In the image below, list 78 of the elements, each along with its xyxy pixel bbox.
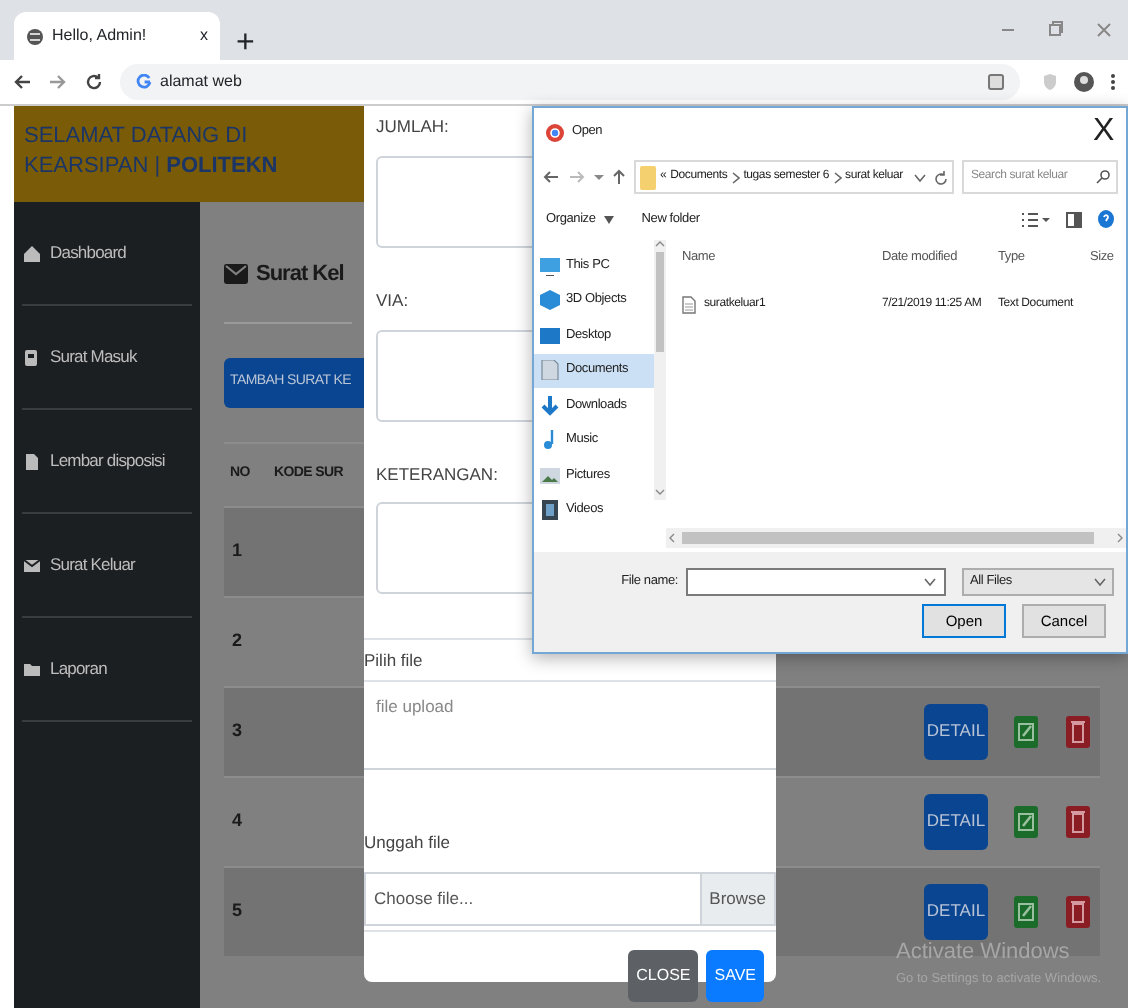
- table-cell: 1: [224, 505, 268, 596]
- tab-title: Hello, Admin!: [52, 24, 149, 48]
- tab-close-button[interactable]: x: [200, 24, 208, 48]
- download-icon: [540, 395, 560, 416]
- text-file-icon: [682, 296, 696, 314]
- detail-button[interactable]: DETAIL: [924, 703, 988, 760]
- dropdown-icon[interactable]: [914, 171, 927, 183]
- home-icon: [22, 243, 42, 263]
- sidebar-link[interactable]: Lembar disposisi: [50, 448, 165, 474]
- horizontal-scrollbar-icon[interactable]: [666, 528, 1126, 548]
- site-header: SELAMAT DATANG DI KEARSIPAN | POLITEKN: [14, 106, 364, 202]
- restore-icon[interactable]: [1048, 20, 1064, 40]
- globe-icon: [26, 27, 44, 45]
- forward-icon[interactable]: [48, 72, 68, 92]
- search-icon: [1096, 170, 1110, 184]
- folder-icon: [22, 659, 42, 679]
- back-icon[interactable]: [12, 72, 32, 92]
- edit-icon[interactable]: [1014, 805, 1038, 838]
- view-options-icon[interactable]: [1022, 211, 1050, 227]
- dialog-close-button[interactable]: X: [1093, 108, 1114, 156]
- film-icon: [540, 500, 560, 521]
- field-label: Unggah file: [364, 830, 451, 856]
- edit-icon[interactable]: [1014, 895, 1038, 928]
- sidebar-link[interactable]: Dashboard: [50, 240, 126, 266]
- field-label: JUMLAH:: [374, 114, 449, 140]
- placeholder-text: file upload: [376, 696, 454, 717]
- tray-icon: [22, 347, 42, 367]
- folder-icon: [640, 165, 656, 189]
- preview-pane-icon[interactable]: [1066, 211, 1082, 227]
- menu-icon[interactable]: [1110, 72, 1116, 92]
- close-button[interactable]: CLOSE: [628, 950, 699, 1002]
- help-icon[interactable]: [1098, 210, 1114, 228]
- field-label: KETERANGAN:: [374, 461, 498, 487]
- sidebar-link[interactable]: Surat Masuk: [50, 344, 137, 370]
- dropdown-icon: [924, 576, 936, 588]
- document-icon: [540, 360, 560, 381]
- detail-button[interactable]: DETAIL: [924, 883, 988, 940]
- file-icon: [22, 451, 42, 471]
- back-icon[interactable]: [542, 168, 560, 186]
- caret-icon: [603, 215, 614, 223]
- address-text: alamat web: [160, 70, 242, 94]
- text-area[interactable]: file upload: [364, 682, 776, 771]
- envelope-icon: [224, 264, 248, 284]
- envelope-icon: [22, 555, 42, 575]
- search-engine-icon: [136, 74, 152, 90]
- address-field[interactable]: alamat web: [120, 64, 1020, 100]
- reload-icon[interactable]: [84, 72, 104, 92]
- up-icon[interactable]: [612, 168, 626, 186]
- close-icon[interactable]: [1096, 20, 1112, 40]
- chevron-icon: [731, 171, 740, 183]
- save-button[interactable]: SAVE: [706, 950, 764, 1002]
- table-cell: 3: [224, 685, 268, 776]
- trash-icon[interactable]: [1066, 895, 1090, 928]
- refresh-icon[interactable]: [934, 169, 949, 185]
- page-title: Surat Kel: [256, 259, 344, 290]
- field-label: VIA:: [374, 287, 409, 313]
- chevron-icon: [833, 171, 842, 183]
- sidebar-link[interactable]: Laporan: [50, 656, 107, 682]
- table-cell: 5: [224, 865, 268, 956]
- pc-icon: [540, 255, 560, 276]
- detail-button[interactable]: DETAIL: [924, 793, 988, 850]
- desktop-icon: [540, 325, 560, 346]
- dropdown-icon: [1094, 576, 1106, 588]
- avatar-icon[interactable]: [1074, 72, 1094, 92]
- file-name-field[interactable]: [686, 568, 946, 596]
- translate-icon[interactable]: [988, 73, 1004, 90]
- trash-icon[interactable]: [1066, 715, 1090, 748]
- cube-icon: [540, 290, 560, 311]
- sidebar-link[interactable]: Surat Keluar: [50, 552, 135, 578]
- new-tab-button[interactable]: +: [236, 20, 255, 68]
- picture-icon: [540, 465, 560, 486]
- edit-icon[interactable]: [1014, 715, 1038, 748]
- vertical-scrollbar-icon[interactable]: [654, 240, 666, 500]
- browser-tab[interactable]: Hello, Admin! x: [14, 12, 220, 60]
- browser-logo-icon: [546, 123, 564, 141]
- field-label: Pilih file: [364, 647, 423, 674]
- trash-icon[interactable]: [1066, 805, 1090, 838]
- file-input[interactable]: Choose file... Browse: [364, 872, 776, 926]
